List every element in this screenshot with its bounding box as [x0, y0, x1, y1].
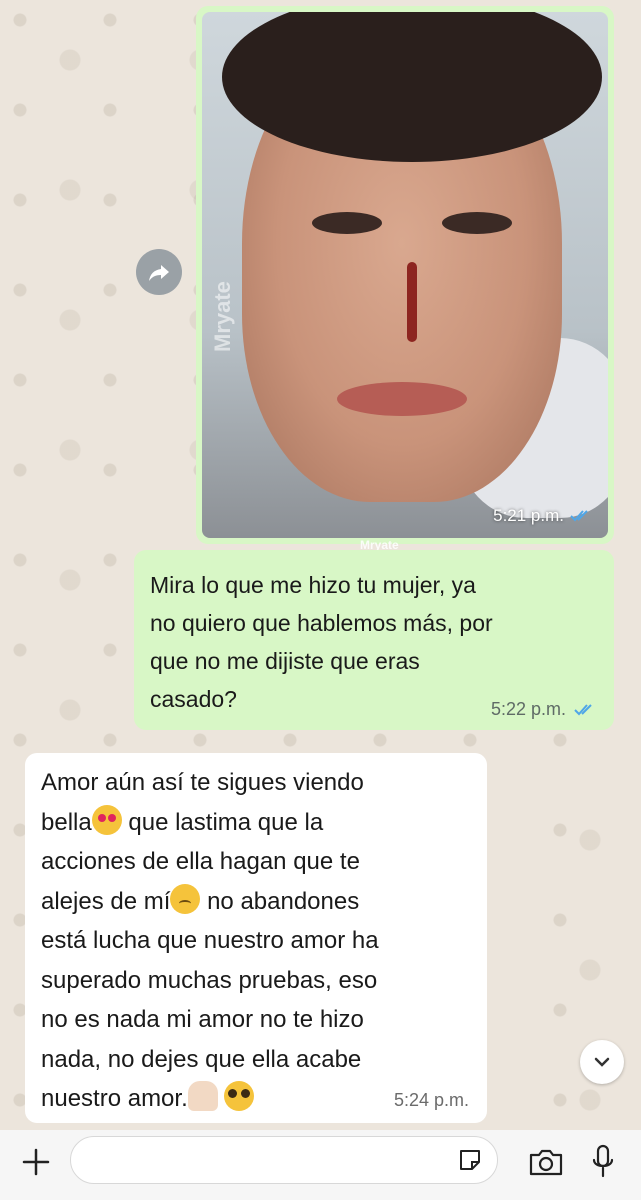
- incoming-message-bubble[interactable]: Amor aún así te sigues viendo bella que …: [25, 753, 487, 1123]
- message-line: nada, no dejes que ella acabe: [41, 1045, 362, 1073]
- attach-button[interactable]: [18, 1144, 54, 1180]
- message-line: está lucha que nuestro amor ha: [41, 927, 379, 954]
- message-fragment: no abandones: [200, 887, 360, 915]
- message-fragment: que lastima que la: [121, 808, 324, 836]
- incoming-message-text: Amor aún así te sigues viendo bella que …: [41, 763, 471, 1119]
- message-line: bella que lastima que la: [41, 803, 471, 843]
- scroll-down-button[interactable]: [580, 1040, 624, 1084]
- outgoing-message-text: Mira lo que me hizo tu mujer, ya no quie…: [150, 566, 596, 718]
- forward-icon: [149, 265, 169, 281]
- camera-icon: [529, 1149, 563, 1176]
- forward-button[interactable]: [136, 249, 182, 295]
- message-line: no es nada mi amor no te hizo: [41, 1006, 364, 1033]
- chevron-down-icon: [594, 1057, 610, 1067]
- photo-eye-left: [312, 212, 382, 234]
- incoming-message-time: 5:24 p.m.: [393, 1090, 469, 1110]
- image-message-time: 5:21 p.m.: [493, 506, 594, 526]
- image-time-text: 5:21 p.m.: [493, 506, 564, 525]
- mic-icon: [592, 1144, 614, 1178]
- sticker-icon: [460, 1150, 480, 1170]
- disappointed-emoji-icon: [170, 883, 201, 914]
- photo-eye-right: [442, 212, 512, 234]
- double-check-icon: [574, 703, 592, 715]
- heart-eyes-emoji-icon: [91, 804, 122, 835]
- message-input[interactable]: [70, 1136, 498, 1184]
- message-composer: [0, 1130, 641, 1200]
- mic-button[interactable]: [586, 1142, 620, 1182]
- sticker-button[interactable]: [455, 1145, 485, 1175]
- message-line: Mira lo que me hizo tu mujer, ya: [150, 572, 476, 598]
- double-check-icon: [570, 510, 588, 522]
- outgoing-message-time: 5:22 p.m.: [490, 699, 566, 719]
- image-message-bubble[interactable]: Mryate 5:21 p.m.: [196, 6, 614, 544]
- message-line: Amor aún así te sigues viendo: [41, 769, 364, 796]
- message-line: que no me dijiste que eras: [150, 648, 420, 674]
- outgoing-message-meta: 5:22 p.m.: [491, 699, 598, 720]
- message-fragment: alejes de mí: [41, 887, 171, 915]
- message-line: no quiero que hablemos más, por: [150, 610, 493, 636]
- message-fragment: nuestro amor.: [41, 1085, 188, 1112]
- pleading-face-emoji-icon: [224, 1081, 255, 1111]
- message-line: alejes de mí no abandones: [41, 882, 471, 922]
- outgoing-message-bubble[interactable]: Mira lo que me hizo tu mujer, ya no quie…: [134, 550, 614, 730]
- photo-lips: [337, 382, 467, 416]
- photo-watermark: Mryate: [210, 281, 235, 352]
- message-line: acciones de ella hagan que te: [41, 848, 360, 875]
- folded-hands-emoji-icon: [187, 1081, 218, 1111]
- photo-injury: [407, 262, 417, 342]
- plus-icon: [22, 1148, 50, 1176]
- message-fragment: bella: [41, 808, 92, 836]
- message-line: superado muchas pruebas, eso: [41, 966, 378, 994]
- camera-button[interactable]: [526, 1144, 566, 1180]
- message-photo[interactable]: Mryate 5:21 p.m.: [202, 12, 608, 538]
